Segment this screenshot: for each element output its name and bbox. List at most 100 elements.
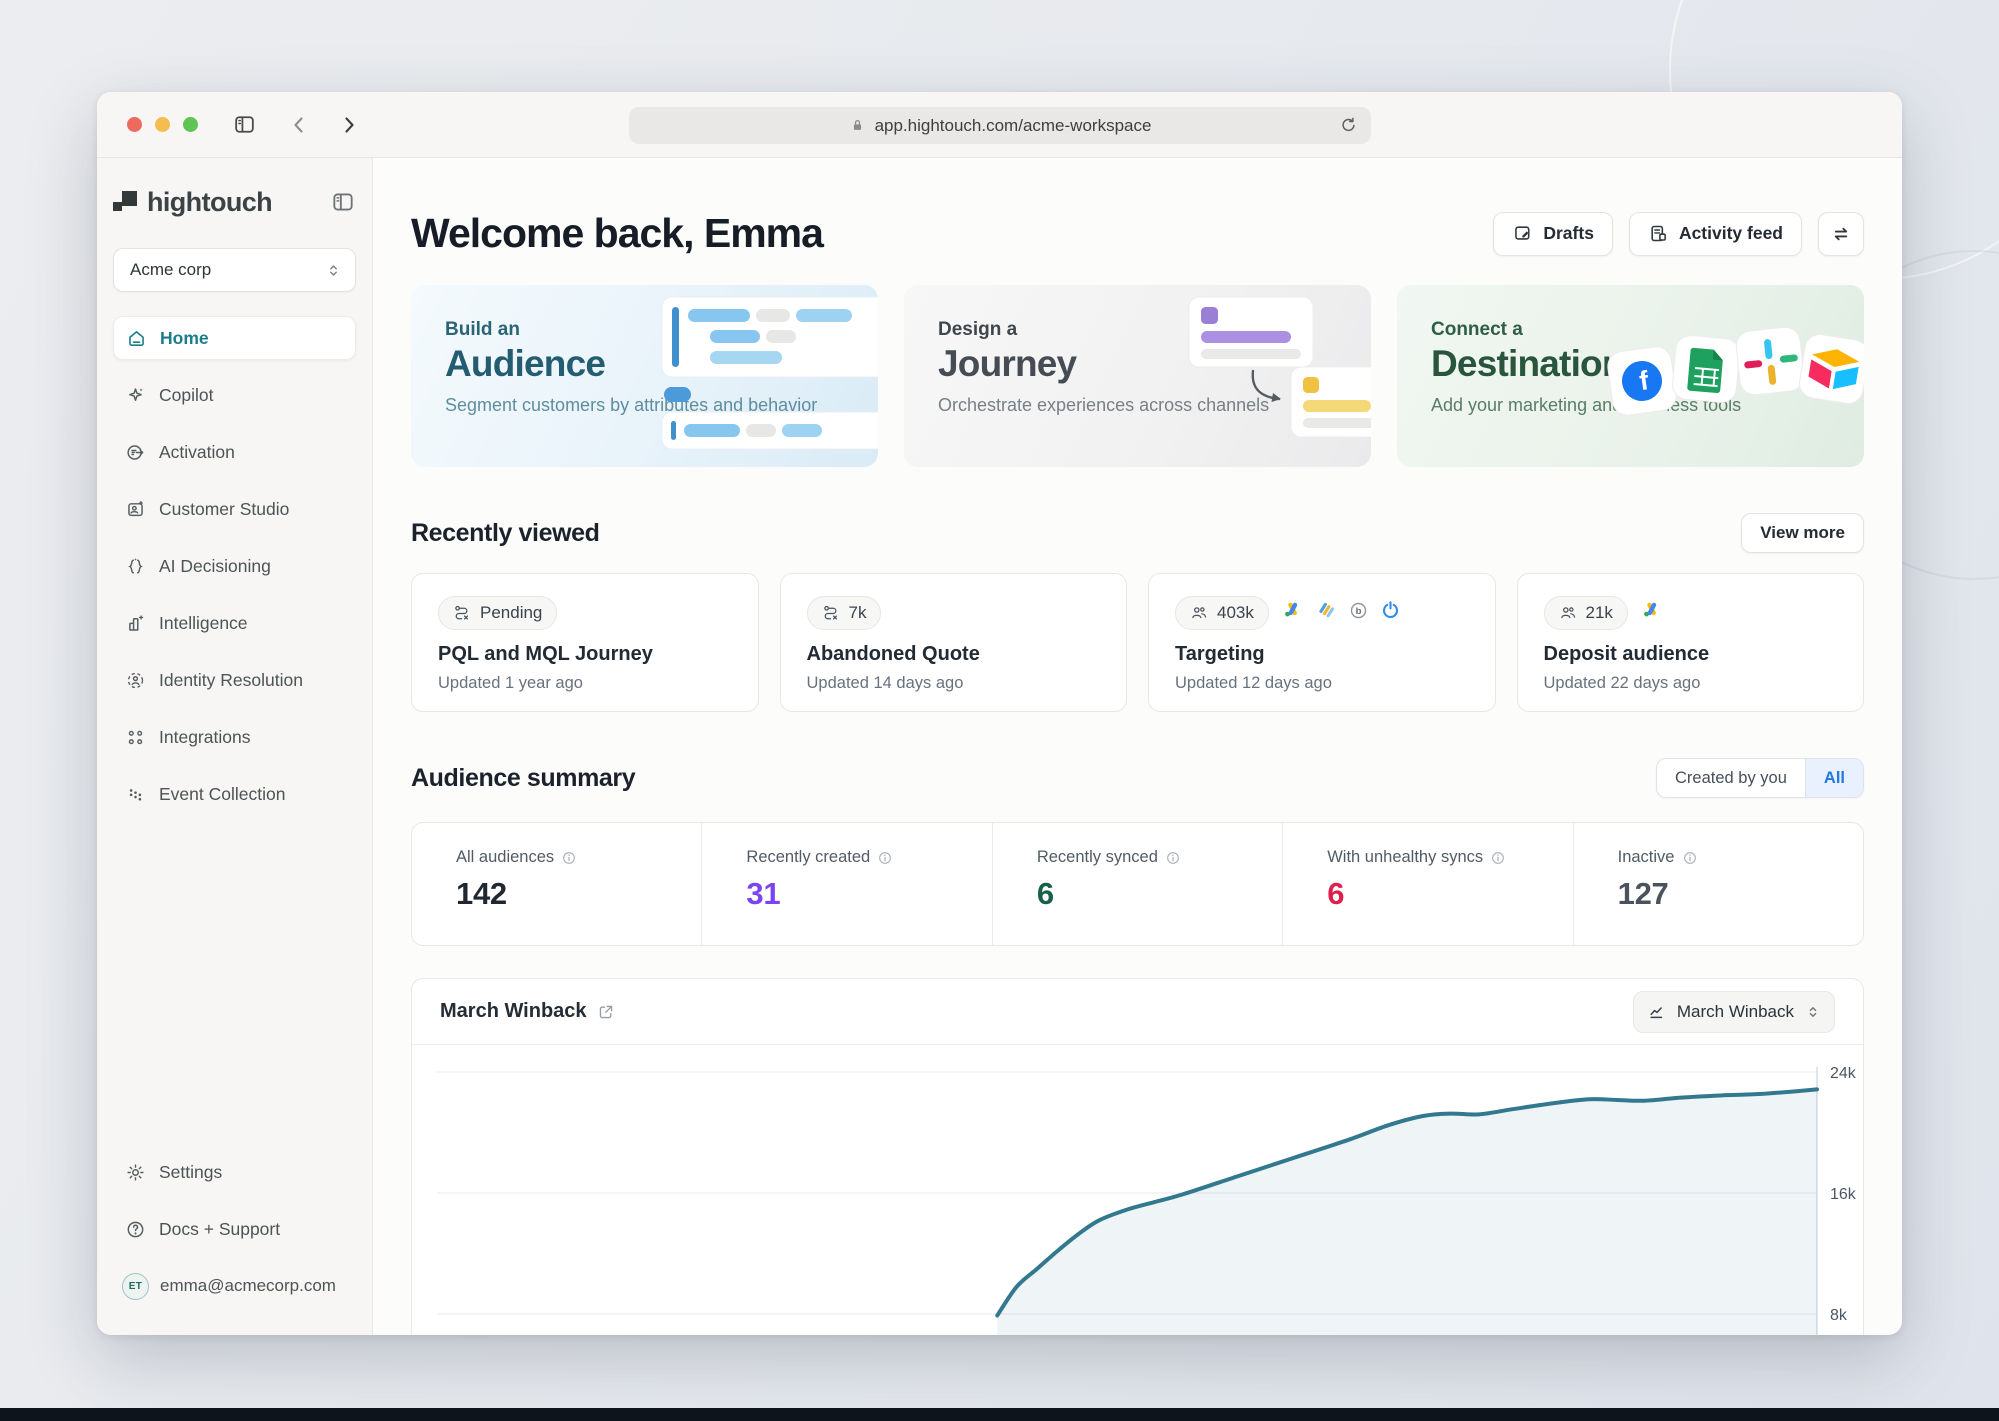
stat-label: Recently synced xyxy=(1037,848,1158,867)
back-button[interactable] xyxy=(287,113,311,137)
info-icon[interactable] xyxy=(561,850,577,866)
zoom-window-button[interactable] xyxy=(183,117,198,132)
stat-recently-synced: Recently synced 6 xyxy=(993,823,1283,945)
screen-bottom-strip xyxy=(0,1408,1999,1421)
recent-card-updated: Updated 1 year ago xyxy=(438,674,732,693)
build-audience-card[interactable]: Build an Audience Segment customers by a… xyxy=(411,285,878,467)
hightouch-logo-text: hightouch xyxy=(147,187,272,218)
workspace-name: Acme corp xyxy=(130,260,211,280)
reload-icon[interactable] xyxy=(1338,115,1359,136)
browser-window: app.hightouch.com/acme-workspace hightou… xyxy=(97,92,1902,1335)
info-icon[interactable] xyxy=(1682,850,1698,866)
recent-card-deposit-audience[interactable]: 21k Deposit audience Updated 22 days ago xyxy=(1517,573,1865,712)
page-header: Welcome back, Emma Drafts Activity feed xyxy=(411,210,1864,257)
header-actions: Drafts Activity feed xyxy=(1493,212,1864,256)
account-menu[interactable]: ET emma@acmecorp.com xyxy=(113,1264,356,1308)
sidebar-item-label: Integrations xyxy=(159,727,250,748)
audience-summary-title: Audience summary xyxy=(411,764,635,793)
design-journey-card[interactable]: Design a Journey Orchestrate experiences… xyxy=(904,285,1371,467)
event-collection-icon xyxy=(125,784,146,805)
workspace-selector[interactable]: Acme corp xyxy=(113,248,356,292)
stat-unhealthy-syncs: With unhealthy syncs 6 xyxy=(1283,823,1573,945)
forward-button[interactable] xyxy=(337,113,361,137)
stat-label: All audiences xyxy=(456,848,554,867)
sidebar-footer: Settings Docs + Support ET emma@acmecorp… xyxy=(113,1150,356,1308)
close-window-button[interactable] xyxy=(127,117,142,132)
avatar: ET xyxy=(122,1273,149,1300)
info-icon[interactable] xyxy=(1490,850,1506,866)
sidebar-item-event-collection[interactable]: Event Collection xyxy=(113,772,356,816)
promo-subtitle: Orchestrate experiences across channels xyxy=(938,395,1371,416)
desktop-background: app.hightouch.com/acme-workspace hightou… xyxy=(0,0,1999,1421)
help-icon xyxy=(125,1219,146,1240)
activity-feed-button-label: Activity feed xyxy=(1679,223,1783,244)
svg-text:16k: 16k xyxy=(1830,1186,1857,1203)
line-chart-icon xyxy=(1648,1002,1667,1021)
promo-title: Journey xyxy=(938,343,1371,385)
stat-label: Recently created xyxy=(746,848,870,867)
recent-card-title: Targeting xyxy=(1175,643,1469,666)
info-icon[interactable] xyxy=(877,850,893,866)
stat-inactive: Inactive 127 xyxy=(1574,823,1863,945)
sidebar-item-docs-support[interactable]: Docs + Support xyxy=(113,1207,356,1251)
identity-resolution-icon xyxy=(125,670,146,691)
drafts-button-label: Drafts xyxy=(1543,223,1594,244)
drafts-button[interactable]: Drafts xyxy=(1493,212,1613,256)
sidebar-item-label: Home xyxy=(160,328,209,349)
chart-selector-label: March Winback xyxy=(1677,1002,1794,1022)
collapse-sidebar-icon[interactable] xyxy=(330,189,356,215)
journey-icon xyxy=(822,604,841,623)
sidebar-item-customer-studio[interactable]: Customer Studio xyxy=(113,487,356,531)
march-winback-chart: 24k16k8k xyxy=(437,1067,1868,1335)
activation-icon xyxy=(125,442,146,463)
filter-created-by-you[interactable]: Created by you xyxy=(1657,759,1805,797)
recent-card-pql-mql-journey[interactable]: Pending PQL and MQL Journey Updated 1 ye… xyxy=(411,573,759,712)
chart-selector-dropdown[interactable]: March Winback xyxy=(1633,991,1835,1033)
minimize-window-button[interactable] xyxy=(155,117,170,132)
sidebar: hightouch Acme corp Home Copilot xyxy=(97,158,373,1335)
power-icon xyxy=(1380,600,1401,626)
promo-title: Audience xyxy=(445,343,878,385)
promo-title: Destination xyxy=(1431,343,1864,385)
connect-destination-card[interactable]: Connect a Destination Add your marketing… xyxy=(1397,285,1864,467)
info-icon[interactable] xyxy=(1165,850,1181,866)
sidebar-item-label: Activation xyxy=(159,442,235,463)
count-badge: 7k xyxy=(807,596,882,630)
browser-toolbar: app.hightouch.com/acme-workspace xyxy=(97,92,1902,158)
recent-card-updated: Updated 22 days ago xyxy=(1544,674,1838,693)
stat-value: 142 xyxy=(456,876,701,912)
sidebar-item-ai-decisioning[interactable]: AI Decisioning xyxy=(113,544,356,588)
page-title: Welcome back, Emma xyxy=(411,210,823,257)
stat-label: Inactive xyxy=(1618,848,1675,867)
count-badge: 403k xyxy=(1175,596,1269,630)
view-more-button[interactable]: View more xyxy=(1741,513,1864,553)
recent-card-abandoned-quote[interactable]: 7k Abandoned Quote Updated 14 days ago xyxy=(780,573,1128,712)
address-bar[interactable]: app.hightouch.com/acme-workspace xyxy=(629,107,1371,144)
external-link-icon[interactable] xyxy=(597,1003,615,1021)
badge-label: 403k xyxy=(1217,603,1254,623)
sidebar-item-settings[interactable]: Settings xyxy=(113,1150,356,1194)
browser-sidebar-icon[interactable] xyxy=(232,112,257,137)
sidebar-item-home[interactable]: Home xyxy=(113,316,356,360)
sidebar-item-activation[interactable]: Activation xyxy=(113,430,356,474)
sidebar-item-label: Customer Studio xyxy=(159,499,289,520)
recent-card-targeting[interactable]: 403k Targeting Updated 12 days ago xyxy=(1148,573,1496,712)
sidebar-item-integrations[interactable]: Integrations xyxy=(113,715,356,759)
filter-all[interactable]: All xyxy=(1805,759,1863,797)
stat-value: 6 xyxy=(1327,876,1572,912)
promo-subtitle: Segment customers by attributes and beha… xyxy=(445,395,878,416)
activity-feed-button[interactable]: Activity feed xyxy=(1629,212,1802,256)
drafts-icon xyxy=(1512,223,1533,244)
sidebar-item-identity-resolution[interactable]: Identity Resolution xyxy=(113,658,356,702)
window-controls xyxy=(127,117,198,132)
switch-workspace-button[interactable] xyxy=(1818,212,1864,256)
customer-studio-icon xyxy=(125,499,146,520)
stat-label: With unhealthy syncs xyxy=(1327,848,1483,867)
stat-value: 6 xyxy=(1037,876,1282,912)
google-ads-icon xyxy=(1643,600,1664,626)
sidebar-item-label: Identity Resolution xyxy=(159,670,303,691)
sidebar-item-copilot[interactable]: Copilot xyxy=(113,373,356,417)
recent-card-updated: Updated 12 days ago xyxy=(1175,674,1469,693)
account-email: emma@acmecorp.com xyxy=(160,1276,336,1296)
sidebar-item-intelligence[interactable]: Intelligence xyxy=(113,601,356,645)
